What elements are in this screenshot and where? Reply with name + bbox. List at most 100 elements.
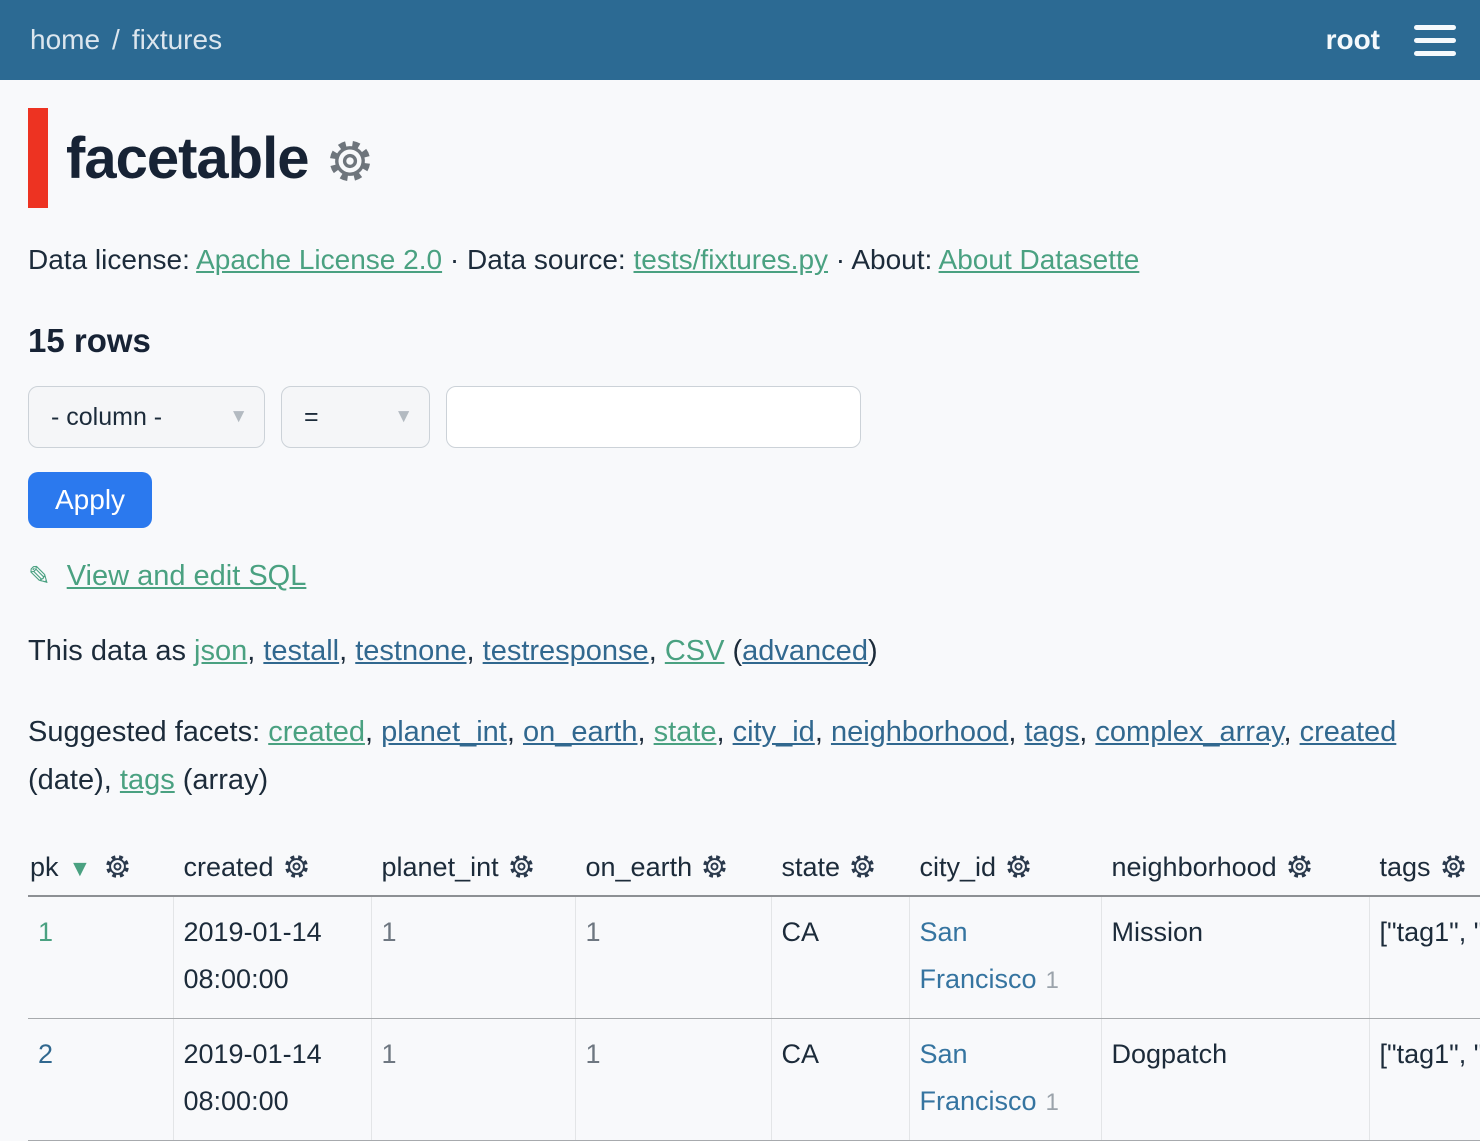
facet-link-complex_array[interactable]: complex_array <box>1095 716 1283 748</box>
cell-neighborhood: Mission <box>1101 896 1369 1019</box>
source-link[interactable]: tests/fixtures.py <box>634 244 829 275</box>
license-link[interactable]: Apache License 2.0 <box>196 244 442 275</box>
column-header-link-neighborhood[interactable]: neighborhood <box>1112 852 1277 882</box>
facet-link-city_id[interactable]: city_id <box>733 716 815 748</box>
facets-prefix: Suggested facets: <box>28 716 268 748</box>
about-link[interactable]: About Datasette <box>939 244 1140 275</box>
breadcrumb: home / fixtures <box>30 24 222 56</box>
column-header-created: created <box>173 844 371 896</box>
breadcrumb-fixtures-link[interactable]: fixtures <box>132 24 222 56</box>
table-body: 12019-01-14 08:00:0011CASan Francisco1Mi… <box>28 896 1480 1141</box>
title-accent-bar <box>28 108 48 208</box>
column-header-neighborhood: neighborhood <box>1101 844 1369 896</box>
top-nav-bar: home / fixtures root <box>0 0 1480 80</box>
cell-city-id: San Francisco1 <box>909 896 1101 1019</box>
row-count-heading: 15 rows <box>28 322 1480 360</box>
breadcrumb-separator: / <box>112 24 120 56</box>
column-gear-icon-planet_int[interactable] <box>508 853 535 880</box>
cell-pk: 1 <box>28 896 173 1019</box>
cell-neighborhood: Dogpatch <box>1101 1019 1369 1141</box>
facet-link-created[interactable]: created <box>268 716 365 748</box>
table-row-pk-2: 22019-01-14 08:00:0011CASan Francisco1Do… <box>28 1019 1480 1141</box>
filter-column-select[interactable]: - column - ▼ <box>28 386 265 448</box>
on-earth-value: 1 <box>586 917 601 947</box>
sql-line: ✎ View and edit SQL <box>28 560 1480 593</box>
cell-tags: ["tag1", "tag3"] <box>1369 1019 1480 1141</box>
results-table: pk ▼ created planet_int on_earth state city_id… <box>28 844 1480 1141</box>
export-link-json[interactable]: json <box>194 635 247 667</box>
dot-separator: · <box>450 244 459 275</box>
column-header-link-tags[interactable]: tags <box>1380 852 1431 882</box>
column-gear-icon-state[interactable] <box>849 853 876 880</box>
source-label: Data source: <box>467 244 626 275</box>
column-gear-icon-city_id[interactable] <box>1005 853 1032 880</box>
export-link-testnone[interactable]: testnone <box>355 635 466 667</box>
cell-on-earth: 1 <box>575 896 771 1019</box>
cell-tags: ["tag1", "tag2"] <box>1369 896 1480 1019</box>
city-link[interactable]: San Francisco <box>920 1039 1037 1116</box>
filter-operator-select-value: = <box>304 403 319 432</box>
column-header-link-on_earth[interactable]: on_earth <box>586 852 693 882</box>
column-header-tags: tags <box>1369 844 1480 896</box>
facet-link-planet_int[interactable]: planet_int <box>381 716 507 748</box>
row-pk-link-2[interactable]: 2 <box>38 1039 53 1069</box>
export-link-advanced[interactable]: advanced <box>742 635 868 667</box>
filter-operator-select[interactable]: = ▼ <box>281 386 430 448</box>
planet-int-value: 1 <box>382 917 397 947</box>
page-title: facetable <box>66 125 308 192</box>
breadcrumb-home-link[interactable]: home <box>30 24 100 56</box>
view-edit-sql-link[interactable]: View and edit SQL <box>67 560 307 592</box>
facet-link-tags[interactable]: tags <box>1024 716 1079 748</box>
column-header-on_earth: on_earth <box>575 844 771 896</box>
column-gear-icon-pk[interactable] <box>104 853 131 880</box>
column-header-pk: pk ▼ <box>28 844 173 896</box>
filter-row: - column - ▼ = ▼ <box>28 386 1480 448</box>
sort-descending-icon: ▼ <box>69 855 92 881</box>
table-row-pk-1: 12019-01-14 08:00:0011CASan Francisco1Mi… <box>28 896 1480 1019</box>
cell-created: 2019-01-14 08:00:00 <box>173 1019 371 1141</box>
facet-link-created[interactable]: created <box>1300 716 1397 748</box>
column-header-link-pk[interactable]: pk <box>30 852 59 882</box>
export-link-testresponse[interactable]: testresponse <box>483 635 649 667</box>
filter-column-select-value: - column - <box>51 403 162 432</box>
results-table-wrap: pk ▼ created planet_int on_earth state city_id… <box>28 844 1480 1141</box>
apply-button[interactable]: Apply <box>28 472 152 528</box>
license-label: Data license: <box>28 244 190 275</box>
hamburger-menu-icon[interactable] <box>1414 25 1456 56</box>
column-gear-icon-neighborhood[interactable] <box>1286 853 1313 880</box>
metadata-line: Data license: Apache License 2.0 · Data … <box>28 244 1480 276</box>
column-header-city_id: city_id <box>909 844 1101 896</box>
export-link-testall[interactable]: testall <box>263 635 339 667</box>
facet-link-neighborhood[interactable]: neighborhood <box>831 716 1008 748</box>
about-label: About: <box>851 244 932 275</box>
facet-link-tags[interactable]: tags <box>120 764 175 796</box>
page-main: facetable Data license: Apache License 2… <box>0 108 1480 1141</box>
column-header-state: state <box>771 844 909 896</box>
column-gear-icon-on_earth[interactable] <box>701 853 728 880</box>
planet-int-value: 1 <box>382 1039 397 1069</box>
cell-on-earth: 1 <box>575 1019 771 1141</box>
column-gear-icon-tags[interactable] <box>1440 853 1467 880</box>
export-link-CSV[interactable]: CSV <box>665 635 725 667</box>
export-line: This data as json, testall, testnone, te… <box>28 635 1480 668</box>
table-settings-gear-icon[interactable] <box>326 137 374 185</box>
facet-link-state[interactable]: state <box>654 716 717 748</box>
export-links: json, testall, testnone, testresponse, C… <box>194 635 878 667</box>
cell-pk: 2 <box>28 1019 173 1141</box>
column-gear-icon-created[interactable] <box>283 853 310 880</box>
city-id-number: 1 <box>1046 1089 1059 1116</box>
column-header-link-planet_int[interactable]: planet_int <box>382 852 499 882</box>
cell-city-id: San Francisco 1 <box>909 1019 1101 1141</box>
column-header-link-city_id[interactable]: city_id <box>920 852 997 882</box>
chevron-down-icon: ▼ <box>394 406 413 428</box>
column-header-link-created[interactable]: created <box>184 852 274 882</box>
facet-link-on_earth[interactable]: on_earth <box>523 716 638 748</box>
column-header-link-state[interactable]: state <box>782 852 841 882</box>
user-root-link[interactable]: root <box>1326 24 1380 56</box>
row-pk-link-1[interactable]: 1 <box>38 917 53 947</box>
filter-value-input[interactable] <box>446 386 861 448</box>
title-row: facetable <box>28 108 1480 208</box>
column-header-planet_int: planet_int <box>371 844 575 896</box>
city-link[interactable]: San Francisco <box>920 917 1037 994</box>
export-prefix: This data as <box>28 635 194 667</box>
